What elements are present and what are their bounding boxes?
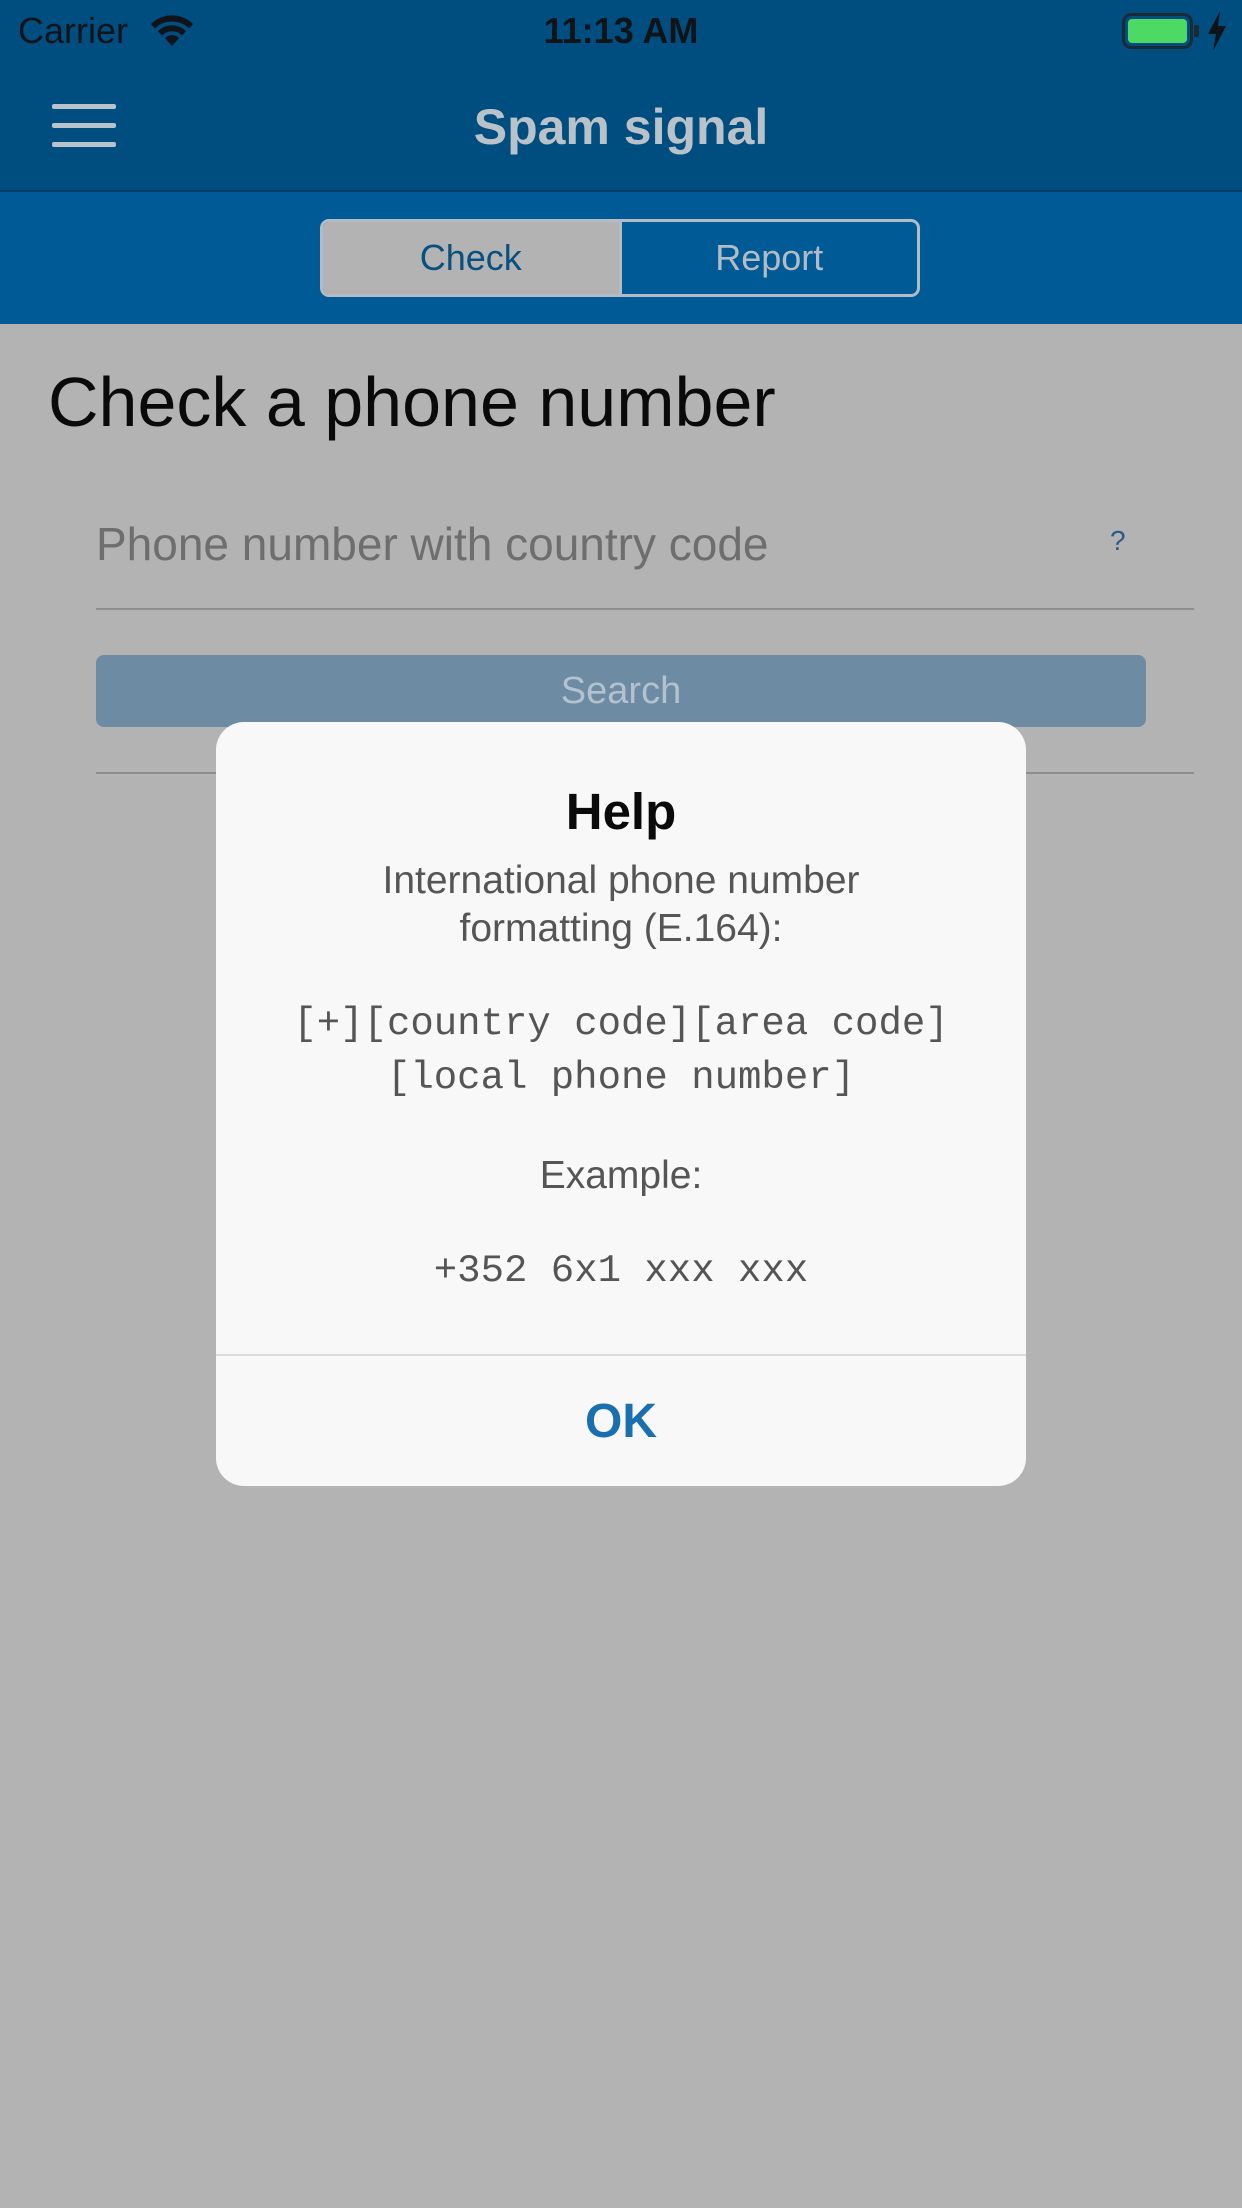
- page-title-nav: Spam signal: [473, 99, 769, 155]
- dialog-title: Help: [565, 783, 677, 840]
- segment-bar: Check Report: [0, 192, 1242, 324]
- format-line-1: [+][country code][area code]: [293, 1002, 949, 1046]
- format-line-2: [local phone number]: [386, 1056, 856, 1100]
- battery-icon: [1122, 13, 1199, 49]
- charging-icon: [1208, 11, 1226, 51]
- navigation-bar: Spam signal: [0, 62, 1242, 192]
- phone-number-input[interactable]: [96, 512, 1096, 576]
- help-dialog: Help International phone number formatti…: [216, 722, 1026, 1486]
- check-report-segmented-control: Check Report: [320, 219, 920, 297]
- dialog-intro-text: International phone number formatting (E…: [382, 859, 860, 950]
- page-heading: Check a phone number: [48, 363, 776, 441]
- search-button[interactable]: Search: [96, 655, 1146, 727]
- tab-report[interactable]: Report: [618, 222, 918, 294]
- example-value: +352 6x1 xxx xxx: [433, 1249, 809, 1293]
- help-button[interactable]: ?: [1110, 525, 1126, 557]
- tab-check[interactable]: Check: [323, 222, 619, 294]
- status-bar: Carrier 11:13 AM: [0, 0, 1242, 62]
- status-time: 11:13 AM: [543, 10, 699, 51]
- input-divider: [96, 608, 1194, 610]
- ok-button[interactable]: OK: [216, 1356, 1026, 1486]
- example-label: Example:: [539, 1154, 703, 1197]
